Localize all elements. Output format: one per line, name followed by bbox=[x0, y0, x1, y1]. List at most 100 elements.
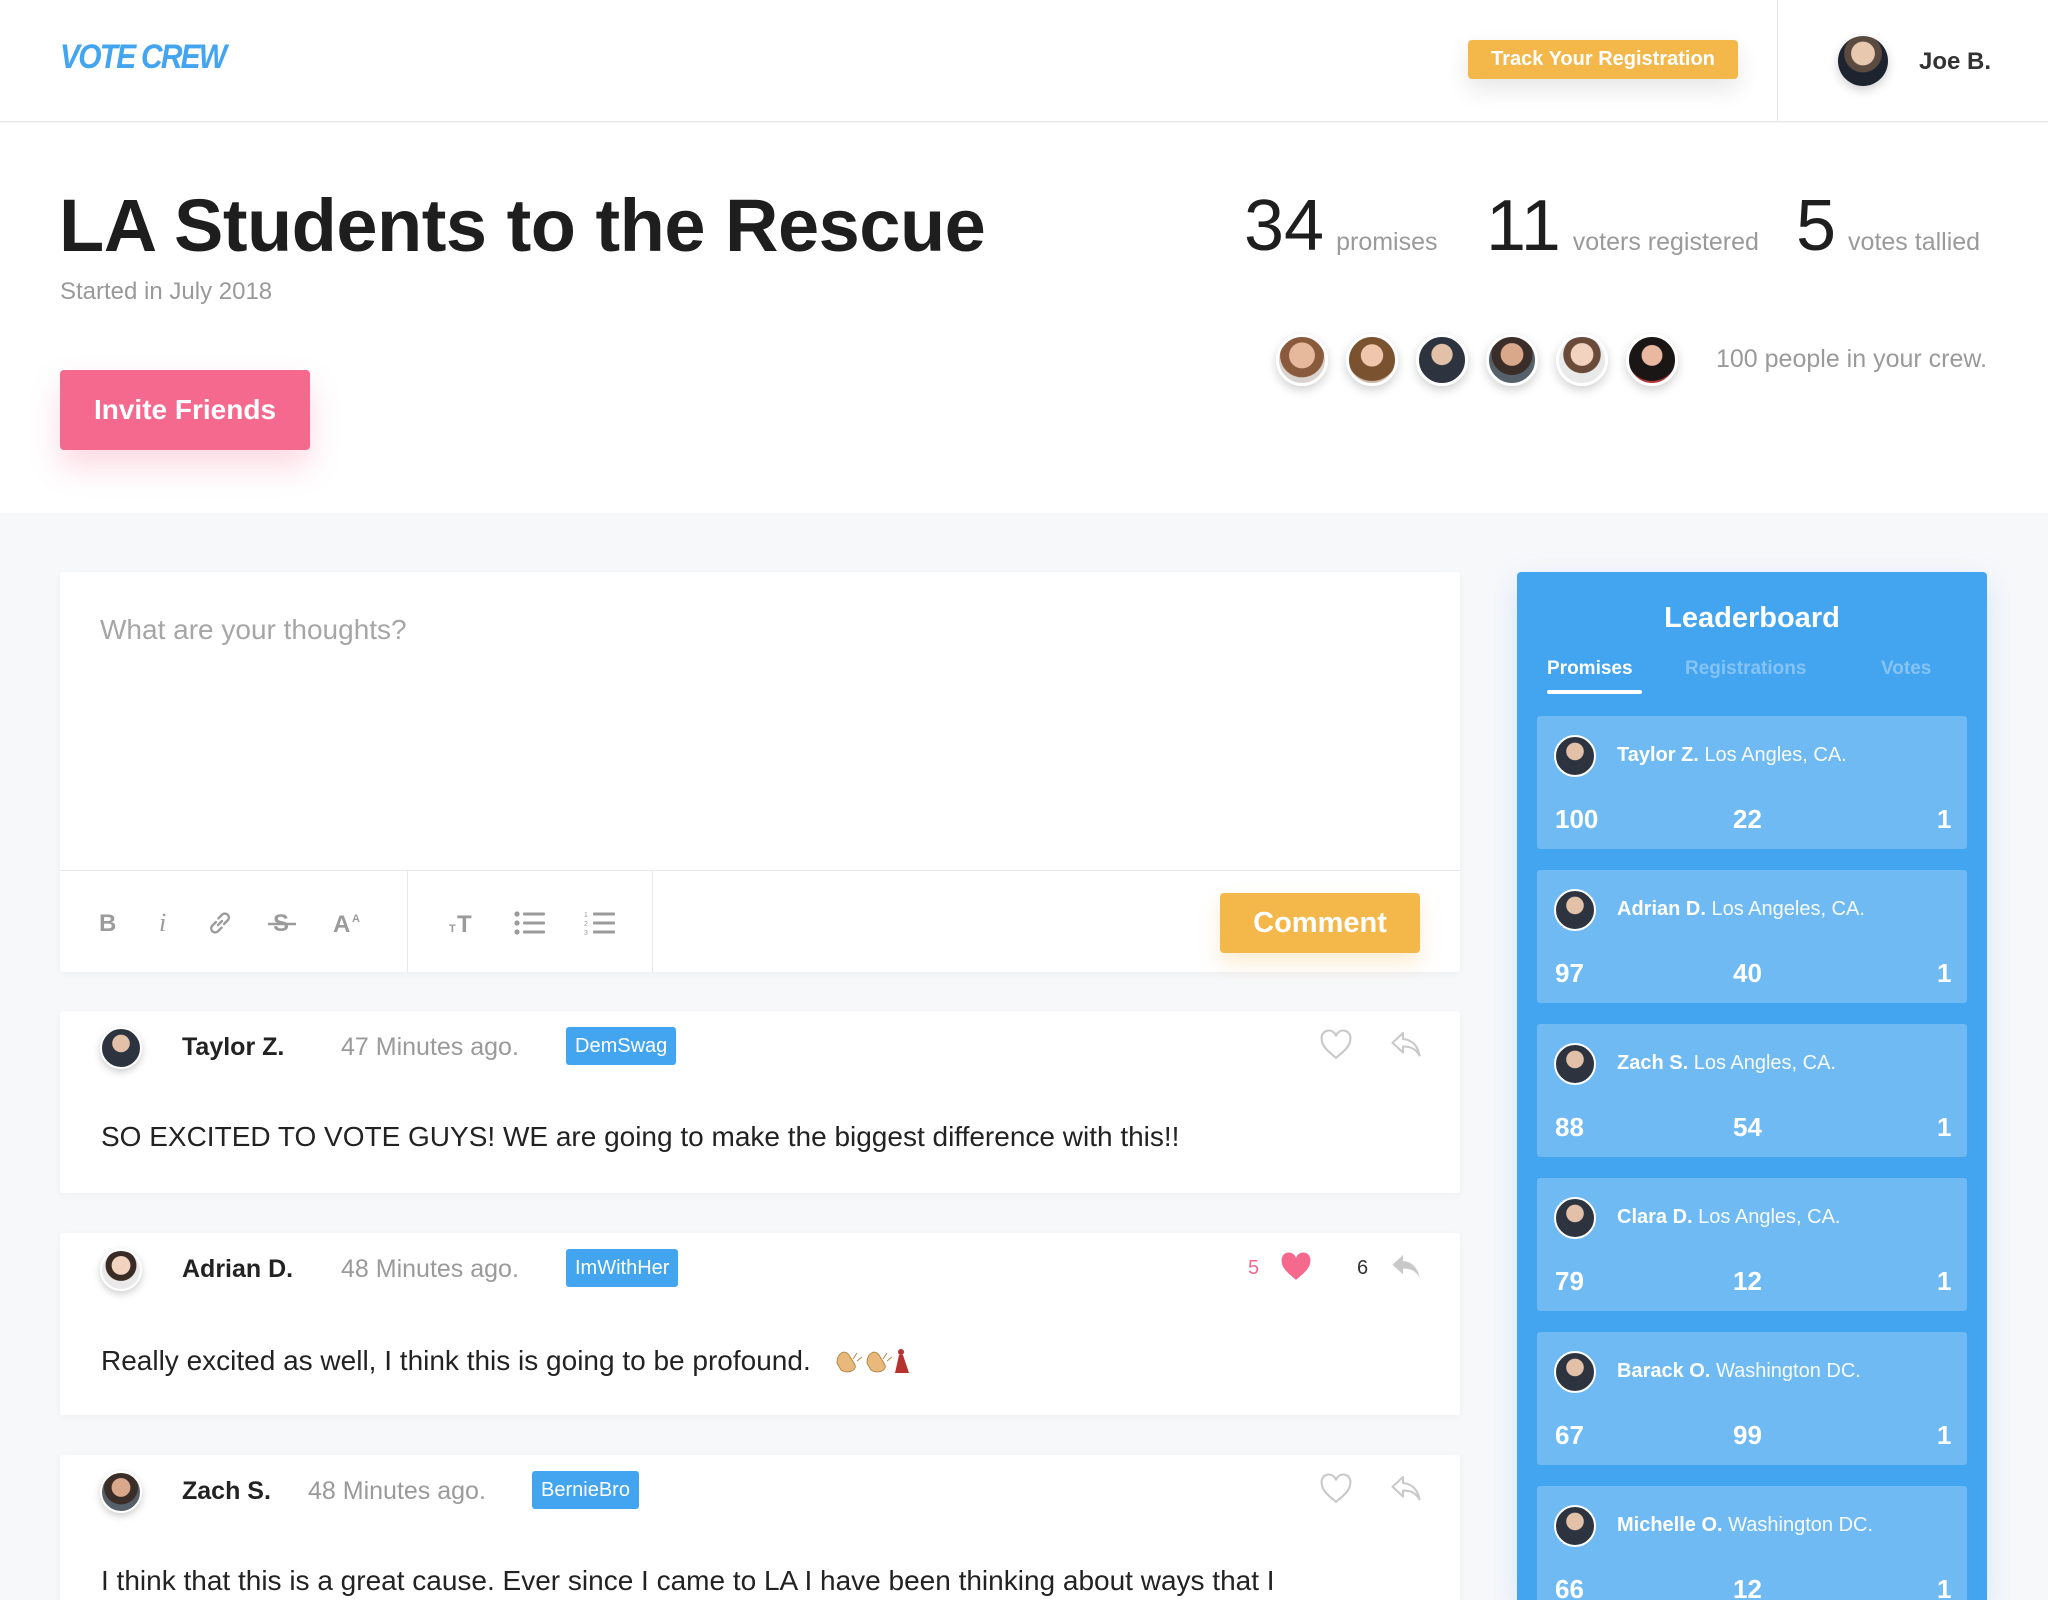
entry-votes: 1 bbox=[1937, 1574, 1952, 1600]
entry-votes: 1 bbox=[1937, 804, 1952, 834]
crew-avatar[interactable] bbox=[1626, 334, 1678, 386]
tab-registrations[interactable]: Registrations bbox=[1685, 658, 1806, 680]
stat-voters-registered: 11 voters registered bbox=[1486, 185, 1759, 267]
stat-label: voters registered bbox=[1572, 228, 1759, 256]
entry-registrations: 99 bbox=[1733, 1420, 1762, 1450]
comment-author[interactable]: Zach S. bbox=[182, 1477, 271, 1506]
stat-value: 34 bbox=[1244, 186, 1325, 266]
svg-text:3: 3 bbox=[584, 930, 588, 936]
entry-promises: 97 bbox=[1555, 958, 1584, 988]
comment-body: SO EXCITED TO VOTE GUYS! WE are going to… bbox=[101, 1121, 1180, 1152]
leaderboard-entry[interactable]: Michelle O. Washington DC. 66 12 1 bbox=[1537, 1486, 1967, 1600]
entry-promises: 100 bbox=[1555, 804, 1599, 834]
svg-text:A: A bbox=[333, 911, 350, 936]
bold-icon[interactable]: B bbox=[86, 901, 130, 945]
entry-name: Michelle O. bbox=[1617, 1514, 1723, 1536]
text-size-icon[interactable]: TT bbox=[442, 901, 486, 945]
comment-tag[interactable]: DemSwag bbox=[566, 1027, 677, 1065]
nav-divider bbox=[1777, 0, 1778, 122]
entry-registrations: 12 bbox=[1733, 1266, 1762, 1296]
user-avatar[interactable] bbox=[1838, 36, 1888, 86]
font-size-icon[interactable]: AA bbox=[328, 901, 372, 945]
leaderboard-entry[interactable]: Clara D. Los Angles, CA. 79 12 1 bbox=[1537, 1178, 1967, 1311]
stat-label: votes tallied bbox=[1848, 228, 1981, 256]
comment-timestamp: 47 Minutes ago. bbox=[341, 1033, 519, 1061]
toolbar-divider bbox=[407, 871, 408, 973]
entry-location: Los Angles, CA. bbox=[1693, 1052, 1837, 1074]
crew-avatar[interactable] bbox=[1556, 334, 1608, 386]
stat-promises: 34 promises bbox=[1244, 185, 1438, 267]
entry-promises: 88 bbox=[1555, 1112, 1584, 1142]
crew-header: LA Students to the Rescue Started in Jul… bbox=[0, 123, 2048, 513]
entry-person: Zach S. Los Angles, CA. bbox=[1617, 1052, 1836, 1075]
entry-location: Los Angles, CA. bbox=[1704, 744, 1847, 766]
active-tab-indicator bbox=[1547, 690, 1642, 694]
tab-promises[interactable]: Promises bbox=[1547, 658, 1633, 680]
entry-person: Barack O. Washington DC. bbox=[1617, 1360, 1861, 1383]
reply-count: 6 bbox=[1357, 1257, 1369, 1279]
comment-card: Adrian D. 48 Minutes ago. ImWithHer 5 6 … bbox=[60, 1233, 1460, 1415]
comment-tag[interactable]: BernieBro bbox=[532, 1471, 639, 1509]
svg-text:2: 2 bbox=[584, 921, 588, 928]
svg-text:i: i bbox=[159, 911, 166, 935]
entry-votes: 1 bbox=[1937, 958, 1952, 988]
avatar[interactable] bbox=[100, 1249, 142, 1291]
toolbar-divider bbox=[652, 871, 653, 973]
numbered-list-icon[interactable]: 1 2 3 bbox=[578, 901, 622, 945]
crew-count: 100 people in your crew. bbox=[1716, 345, 1988, 373]
crew-avatar[interactable] bbox=[1416, 334, 1468, 386]
reply-icon[interactable] bbox=[1388, 1027, 1424, 1063]
reply-icon[interactable] bbox=[1388, 1471, 1424, 1507]
leaderboard-entry[interactable]: Adrian D. Los Angeles, CA. 97 40 1 bbox=[1537, 870, 1967, 1003]
comment-tag[interactable]: ImWithHer bbox=[566, 1249, 679, 1287]
crew-avatar[interactable] bbox=[1346, 334, 1398, 386]
logo[interactable]: VOTE CREW bbox=[60, 38, 227, 77]
comment-author[interactable]: Adrian D. bbox=[182, 1255, 293, 1284]
leaderboard-entry[interactable]: Barack O. Washington DC. 67 99 1 bbox=[1537, 1332, 1967, 1465]
entry-name: Barack O. bbox=[1617, 1360, 1711, 1382]
link-icon[interactable] bbox=[198, 901, 242, 945]
leaderboard-entry[interactable]: Taylor Z. Los Angles, CA. 100 22 1 bbox=[1537, 716, 1967, 849]
avatar bbox=[1554, 1043, 1596, 1085]
entry-promises: 66 bbox=[1555, 1574, 1584, 1600]
comment-body: Really excited as well, I think this is … bbox=[101, 1343, 913, 1382]
avatar[interactable] bbox=[100, 1471, 142, 1513]
entry-registrations: 12 bbox=[1733, 1574, 1762, 1600]
svg-text:T: T bbox=[457, 911, 472, 936]
svg-text:T: T bbox=[449, 923, 456, 935]
comment-timestamp: 48 Minutes ago. bbox=[308, 1477, 486, 1505]
comment-timestamp: 48 Minutes ago. bbox=[341, 1255, 519, 1283]
comment-card: Taylor Z. 47 Minutes ago. DemSwag SO EXC… bbox=[60, 1011, 1460, 1193]
tab-votes[interactable]: Votes bbox=[1881, 658, 1931, 680]
user-name[interactable]: Joe B. bbox=[1919, 48, 1991, 76]
entry-person: Clara D. Los Angles, CA. bbox=[1617, 1206, 1840, 1229]
bulleted-list-icon[interactable] bbox=[508, 901, 552, 945]
leaderboard-entry[interactable]: Zach S. Los Angles, CA. 88 54 1 bbox=[1537, 1024, 1967, 1157]
avatar[interactable] bbox=[100, 1027, 142, 1069]
strikethrough-icon[interactable]: S bbox=[260, 901, 304, 945]
entry-location: Washington DC. bbox=[1715, 1360, 1861, 1382]
comment-author[interactable]: Taylor Z. bbox=[182, 1033, 284, 1062]
invite-friends-button[interactable]: Invite Friends bbox=[60, 370, 310, 450]
stat-label: promises bbox=[1336, 228, 1438, 256]
entry-name: Taylor Z. bbox=[1617, 744, 1699, 766]
entry-location: Los Angeles, CA. bbox=[1711, 898, 1865, 920]
track-registration-button[interactable]: Track Your Registration bbox=[1468, 40, 1738, 79]
comment-input[interactable] bbox=[60, 572, 1460, 870]
crew-avatar[interactable] bbox=[1486, 334, 1538, 386]
heart-icon[interactable] bbox=[1318, 1027, 1354, 1063]
entry-person: Adrian D. Los Angeles, CA. bbox=[1617, 898, 1865, 921]
entry-votes: 1 bbox=[1937, 1266, 1952, 1296]
comment-button[interactable]: Comment bbox=[1220, 893, 1420, 953]
entry-registrations: 40 bbox=[1733, 958, 1762, 988]
entry-votes: 1 bbox=[1937, 1112, 1952, 1142]
avatar bbox=[1554, 1351, 1596, 1393]
italic-icon[interactable]: i bbox=[142, 901, 186, 945]
heart-icon[interactable] bbox=[1278, 1249, 1314, 1285]
heart-icon[interactable] bbox=[1318, 1471, 1354, 1507]
reply-icon[interactable] bbox=[1388, 1249, 1424, 1285]
editor-toolbar: B i S AA TT 1 2 3 Comment bbox=[60, 870, 1460, 973]
crew-avatar[interactable] bbox=[1276, 334, 1328, 386]
stat-value: 11 bbox=[1486, 186, 1561, 266]
leaderboard: Leaderboard Promises Registrations Votes… bbox=[1517, 572, 1987, 1600]
